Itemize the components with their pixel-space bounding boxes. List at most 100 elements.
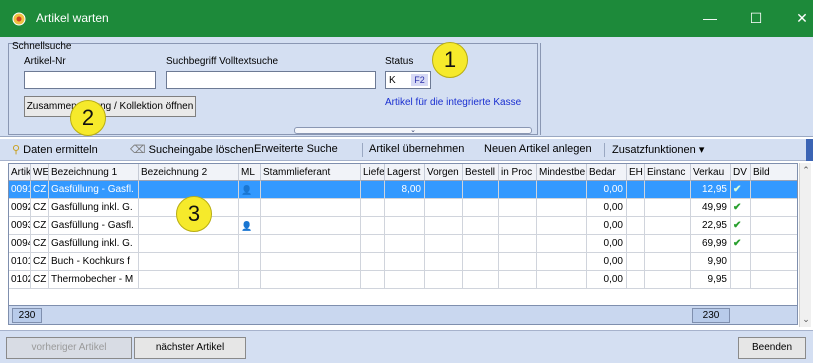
table-cell[interactable] bbox=[385, 199, 425, 217]
table-cell[interactable] bbox=[627, 271, 645, 289]
table-cell[interactable] bbox=[537, 271, 587, 289]
table-cell[interactable] bbox=[645, 253, 691, 271]
column-header[interactable]: in Proc bbox=[499, 164, 537, 181]
table-cell[interactable] bbox=[463, 253, 499, 271]
table-cell[interactable] bbox=[463, 199, 499, 217]
table-cell[interactable] bbox=[361, 181, 385, 199]
table-cell[interactable]: 9,90 bbox=[691, 253, 731, 271]
table-cell[interactable] bbox=[261, 181, 361, 199]
table-cell[interactable] bbox=[425, 181, 463, 199]
table-cell[interactable] bbox=[645, 235, 691, 253]
table-cell[interactable] bbox=[361, 271, 385, 289]
table-cell[interactable] bbox=[751, 253, 797, 271]
table-cell[interactable]: 69,99 bbox=[691, 235, 731, 253]
table-cell[interactable] bbox=[425, 253, 463, 271]
column-header[interactable]: Verkau bbox=[691, 164, 731, 181]
table-cell[interactable]: 0094 bbox=[9, 235, 31, 253]
next-article-button[interactable]: nächster Artikel bbox=[134, 337, 246, 359]
table-cell[interactable] bbox=[751, 217, 797, 235]
table-cell-ml[interactable] bbox=[239, 271, 261, 289]
column-header[interactable]: ML bbox=[239, 164, 261, 181]
fulltext-search-input[interactable] bbox=[166, 71, 376, 89]
table-cell[interactable]: 0,00 bbox=[587, 199, 627, 217]
table-cell[interactable]: Thermobecher - M bbox=[49, 271, 139, 289]
table-cell-ml[interactable] bbox=[239, 235, 261, 253]
table-cell[interactable] bbox=[361, 235, 385, 253]
table-cell[interactable] bbox=[499, 271, 537, 289]
minimize-button[interactable]: — bbox=[687, 0, 733, 37]
table-cell[interactable] bbox=[537, 199, 587, 217]
table-cell[interactable]: 0,00 bbox=[587, 217, 627, 235]
table-cell[interactable] bbox=[361, 199, 385, 217]
table-cell[interactable] bbox=[627, 253, 645, 271]
table-cell[interactable] bbox=[425, 217, 463, 235]
table-row[interactable]: 0093CZGasfüllung - Gasfl. 👤 0,00 22,95✔ bbox=[9, 217, 797, 235]
column-header[interactable]: Vorgen bbox=[425, 164, 463, 181]
table-cell-ml[interactable]: 👤 bbox=[239, 217, 261, 235]
clear-search-button[interactable]: ⌫ Sucheingabe löschen bbox=[130, 143, 254, 156]
table-cell[interactable]: CZ bbox=[31, 217, 49, 235]
table-cell[interactable]: Gasfüllung - Gasfl. bbox=[49, 181, 139, 199]
column-header[interactable]: Bild bbox=[751, 164, 797, 181]
column-header[interactable]: Bestell bbox=[463, 164, 499, 181]
table-cell[interactable] bbox=[537, 181, 587, 199]
column-header[interactable]: Lagerst bbox=[385, 164, 425, 181]
table-cell[interactable]: 0091 bbox=[9, 181, 31, 199]
table-cell[interactable] bbox=[751, 199, 797, 217]
table-cell[interactable] bbox=[499, 235, 537, 253]
table-cell[interactable]: 22,95 bbox=[691, 217, 731, 235]
maximize-button[interactable]: ☐ bbox=[733, 0, 779, 37]
table-row[interactable]: 0091CZGasfüllung - Gasfl. 👤 8,00 0,00 12,95✔ bbox=[9, 181, 797, 199]
table-cell[interactable]: CZ bbox=[31, 271, 49, 289]
table-cell[interactable]: CZ bbox=[31, 199, 49, 217]
integrated-register-link[interactable]: Artikel für die integrierte Kasse bbox=[385, 97, 521, 108]
grid-scrollbar[interactable]: ⌃ ⌄ bbox=[799, 163, 811, 327]
table-cell[interactable]: 0101 bbox=[9, 253, 31, 271]
panel-dock-handle[interactable] bbox=[806, 139, 813, 161]
table-cell[interactable] bbox=[499, 199, 537, 217]
table-cell[interactable] bbox=[645, 217, 691, 235]
table-cell-ml[interactable] bbox=[239, 199, 261, 217]
table-cell[interactable] bbox=[425, 199, 463, 217]
table-cell[interactable] bbox=[425, 271, 463, 289]
table-cell[interactable] bbox=[751, 271, 797, 289]
scroll-down-icon[interactable]: ⌄ bbox=[800, 313, 812, 325]
table-cell[interactable]: CZ bbox=[31, 181, 49, 199]
status-input[interactable]: K F2 bbox=[385, 71, 431, 89]
accept-article-button[interactable]: Artikel übernehmen bbox=[369, 143, 464, 155]
column-header[interactable]: DV bbox=[731, 164, 751, 181]
column-header[interactable]: Einstanc bbox=[645, 164, 691, 181]
column-header[interactable]: Liefe bbox=[361, 164, 385, 181]
table-cell[interactable]: 0102 bbox=[9, 271, 31, 289]
table-cell[interactable]: 0,00 bbox=[587, 271, 627, 289]
status-lookup-key[interactable]: F2 bbox=[411, 74, 428, 86]
table-cell[interactable]: 0,00 bbox=[587, 253, 627, 271]
table-cell[interactable] bbox=[361, 253, 385, 271]
table-cell[interactable] bbox=[645, 199, 691, 217]
column-header[interactable]: WE bbox=[31, 164, 49, 181]
table-cell[interactable] bbox=[385, 217, 425, 235]
table-cell[interactable]: 0093 bbox=[9, 217, 31, 235]
table-cell[interactable]: Gasfüllung inkl. G. bbox=[49, 235, 139, 253]
table-cell[interactable] bbox=[627, 217, 645, 235]
table-cell[interactable] bbox=[645, 271, 691, 289]
table-cell[interactable] bbox=[463, 217, 499, 235]
advanced-search-button[interactable]: Erweiterte Suche bbox=[254, 143, 338, 155]
table-cell[interactable] bbox=[361, 217, 385, 235]
table-cell[interactable] bbox=[499, 253, 537, 271]
table-cell-ml[interactable]: 👤 bbox=[239, 181, 261, 199]
table-cell[interactable]: CZ bbox=[31, 253, 49, 271]
fetch-data-button[interactable]: ⚲ Daten ermitteln bbox=[12, 143, 98, 156]
table-cell[interactable]: 12,95 bbox=[691, 181, 731, 199]
table-cell-dv[interactable]: ✔ bbox=[731, 235, 751, 253]
table-cell[interactable] bbox=[385, 271, 425, 289]
table-cell[interactable] bbox=[261, 235, 361, 253]
exit-button[interactable]: Beenden bbox=[738, 337, 806, 359]
table-cell[interactable] bbox=[627, 181, 645, 199]
table-row[interactable]: 0094CZGasfüllung inkl. G. 0,00 69,99✔ bbox=[9, 235, 797, 253]
table-cell[interactable] bbox=[385, 235, 425, 253]
table-row[interactable]: 0101CZBuch - Kochkurs f 0,00 9,90 bbox=[9, 253, 797, 271]
scroll-up-icon[interactable]: ⌃ bbox=[800, 164, 812, 176]
table-cell[interactable] bbox=[537, 217, 587, 235]
table-cell[interactable]: Gasfüllung - Gasfl. bbox=[49, 217, 139, 235]
